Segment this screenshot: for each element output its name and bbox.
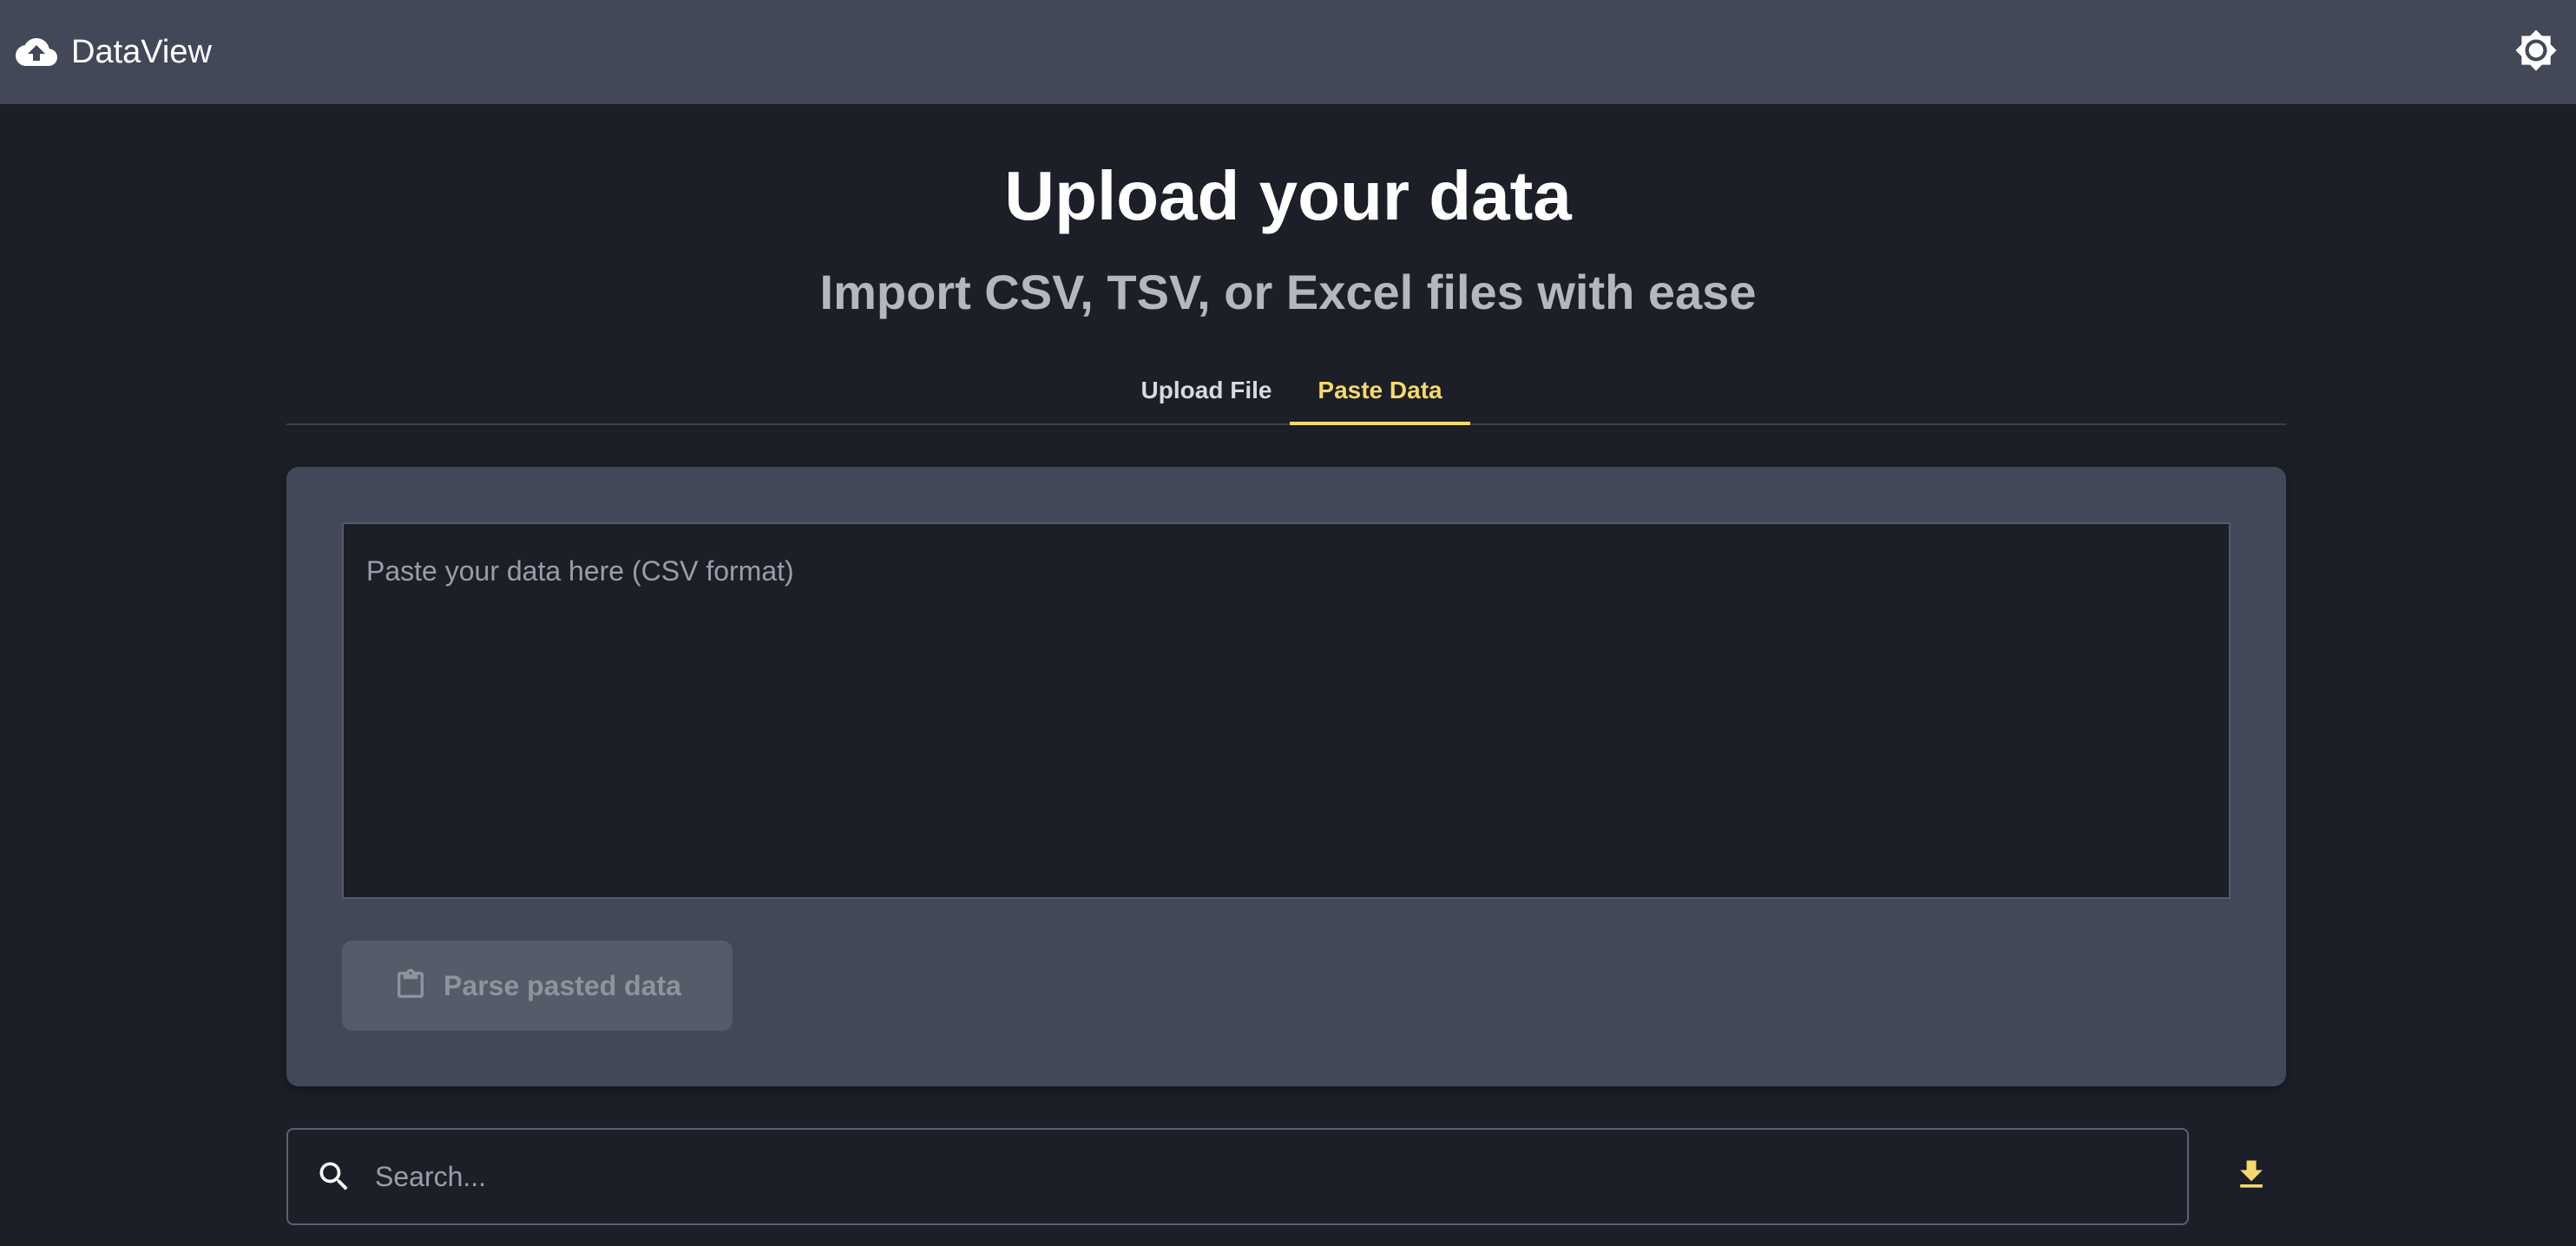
parse-pasted-data-button[interactable]: Parse pasted data — [342, 941, 733, 1031]
tab-upload-file[interactable]: Upload File — [1120, 356, 1293, 425]
paste-data-textarea[interactable] — [342, 522, 2231, 899]
brightness-icon — [2514, 29, 2558, 76]
download-button[interactable] — [2224, 1147, 2279, 1206]
clipboard-icon — [393, 967, 428, 1005]
app-bar: DataView — [0, 0, 2576, 104]
theme-toggle-button[interactable] — [2512, 28, 2560, 76]
paste-data-panel: Parse pasted data — [286, 467, 2286, 1086]
page-subtitle: Import CSV, TSV, or Excel files with eas… — [819, 265, 1757, 319]
page-title: Upload your data — [1004, 157, 1572, 234]
parse-button-label: Parse pasted data — [444, 969, 681, 1001]
search-icon — [314, 1157, 354, 1197]
tab-paste-data[interactable]: Paste Data — [1290, 356, 1470, 425]
search-field[interactable] — [286, 1128, 2189, 1225]
tab-bar: Upload File Paste Data — [286, 356, 2286, 425]
download-icon — [2232, 1156, 2270, 1198]
cloud-upload-icon — [16, 31, 57, 73]
active-tab-indicator — [1290, 422, 1470, 425]
search-input[interactable] — [354, 1130, 2187, 1223]
brand[interactable]: DataView — [16, 31, 212, 73]
brand-name: DataView — [71, 33, 212, 70]
